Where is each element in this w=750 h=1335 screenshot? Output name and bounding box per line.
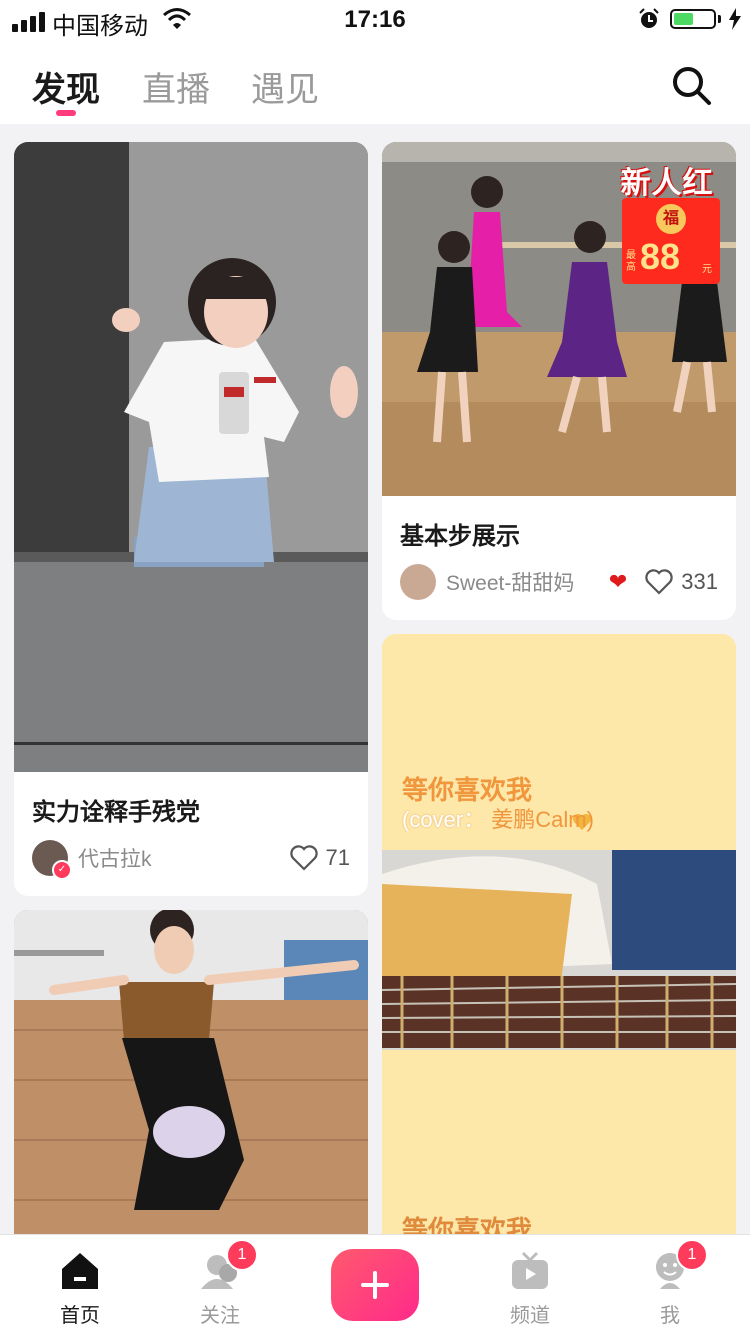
avatar[interactable]: ✓ <box>32 840 72 880</box>
nav-follow[interactable]: 1 关注 <box>160 1235 280 1335</box>
video-meta: ✓ 代古拉k 71 <box>32 838 350 880</box>
video-card[interactable]: 新人红包 福 最高 88 元 基本步展示 Sweet-甜甜妈 ❤ 331 <box>382 142 736 620</box>
status-bar: 中国移动 17:16 <box>0 0 750 40</box>
like-count: 71 <box>325 845 350 870</box>
nav-label: 首页 <box>60 1305 100 1327</box>
home-icon <box>62 1253 98 1289</box>
alarm-icon <box>639 8 659 28</box>
video-thumbnail: 新人红包 福 最高 88 元 <box>382 142 736 496</box>
bottom-nav: 首页 1 关注 频道 1 我 <box>0 1234 750 1335</box>
nav-channel[interactable]: 频道 <box>470 1235 590 1335</box>
author-name[interactable]: Sweet-甜甜妈 <box>446 567 609 597</box>
active-tab-indicator <box>56 110 76 116</box>
nav-me[interactable]: 1 我 <box>610 1235 730 1335</box>
nav-home[interactable]: 首页 <box>20 1235 140 1335</box>
overlay-cover-label: (cover： <box>402 807 486 832</box>
search-icon[interactable] <box>668 62 716 110</box>
red-heart-emoji-icon: ❤ <box>608 569 628 594</box>
promo-envelope: 福 最高 88 元 <box>622 198 720 284</box>
like-count: 331 <box>681 569 718 594</box>
battery-tip <box>718 15 721 23</box>
promo-amount: 88 <box>640 236 681 277</box>
video-caption: 等你喜欢我 <box>402 1215 533 1234</box>
tab-live[interactable]: 直播 <box>142 62 210 111</box>
top-header: 发现 直播 遇见 <box>0 40 750 124</box>
charging-icon <box>729 8 741 30</box>
heart-icon[interactable] <box>645 569 673 595</box>
tv-icon <box>512 1251 548 1289</box>
video-card[interactable]: 等你喜欢我 (cover： 姜鹏Calm) 等你喜欢我 <box>382 634 736 1234</box>
notification-badge: 1 <box>676 1239 708 1271</box>
battery-icon <box>670 9 716 29</box>
author-name[interactable]: 代古拉k <box>78 843 290 873</box>
fortune-icon: 福 <box>656 204 686 234</box>
video-thumbnail <box>14 142 368 772</box>
promo-unit: 元 <box>702 264 712 275</box>
video-card[interactable] <box>14 910 368 1234</box>
nav-label: 频道 <box>510 1305 550 1327</box>
notification-badge: 1 <box>226 1239 258 1271</box>
plus-icon[interactable] <box>331 1249 419 1321</box>
overlay-singer-name: 姜鹏Calm) <box>491 807 594 832</box>
overlay-text-subtitle: (cover： 姜鹏Calm) <box>402 802 594 834</box>
avatar[interactable] <box>400 564 436 600</box>
video-thumbnail: 等你喜欢我 (cover： 姜鹏Calm) 等你喜欢我 <box>382 634 736 1234</box>
red-packet-promo[interactable]: 新人红包 福 最高 88 元 <box>608 158 726 288</box>
video-thumbnail <box>14 910 368 1234</box>
promo-prefix: 最高 <box>626 250 636 273</box>
video-card[interactable]: 实力诠释手残党 ✓ 代古拉k 71 <box>14 142 368 896</box>
nav-label: 关注 <box>200 1305 240 1327</box>
heart-icon[interactable] <box>289 845 318 871</box>
verified-icon: ✓ <box>52 860 72 880</box>
video-title: 实力诠释手残党 <box>32 799 200 826</box>
tab-discover[interactable]: 发现 <box>32 62 100 111</box>
video-meta: Sweet-甜甜妈 ❤ 331 <box>400 562 718 602</box>
nav-label: 我 <box>660 1305 680 1327</box>
video-title: 基本步展示 <box>400 523 520 550</box>
tab-meet[interactable]: 遇见 <box>251 62 319 111</box>
